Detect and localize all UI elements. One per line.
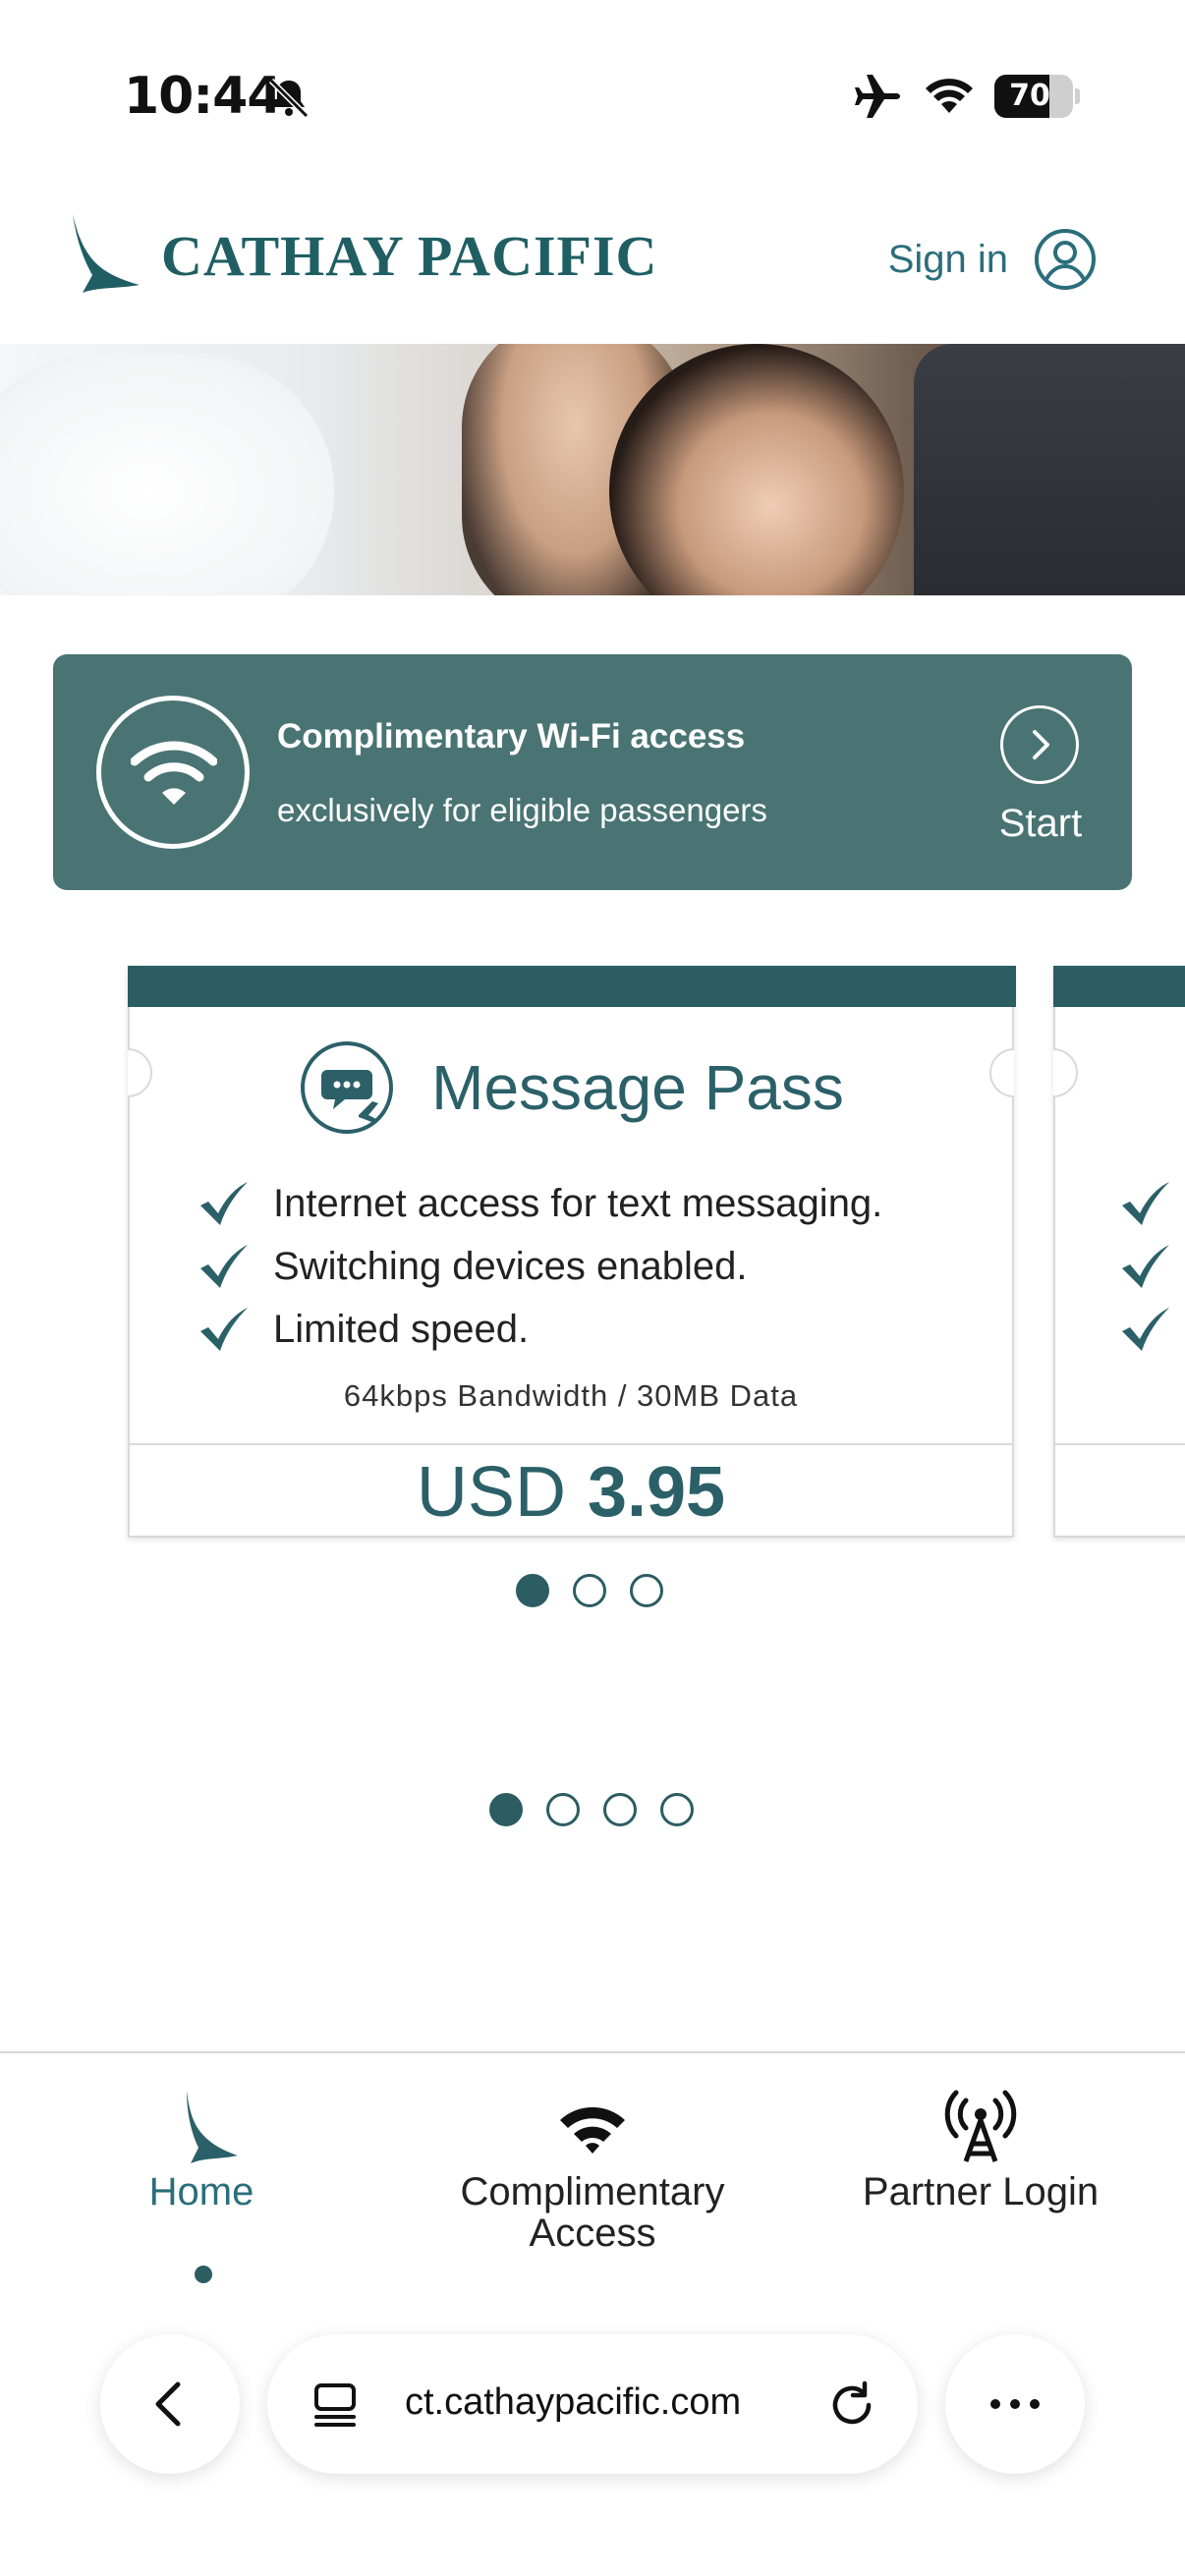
nav-partner-label: Partner Login	[862, 2170, 1100, 2213]
pagination-dot[interactable]	[489, 1793, 523, 1826]
url-text: ct.cathaypacific.com	[405, 2381, 742, 2423]
feature-item: Internet access for text messaging.	[197, 1172, 882, 1235]
reload-icon[interactable]	[825, 2378, 878, 2431]
price-row: USD 3.95	[130, 1443, 1012, 1540]
price-currency: USD	[416, 1453, 566, 1532]
feature-item: Switching devices enabled.	[197, 1235, 882, 1298]
pagination-dot[interactable]	[630, 1574, 663, 1607]
site-header: CATHAY PACIFIC Sign in	[0, 187, 1185, 344]
checkmark-icon	[1122, 1245, 1169, 1288]
message-bubble-icon	[301, 1041, 394, 1134]
pagination-dot[interactable]	[516, 1574, 549, 1607]
pass-pagination-dots	[516, 1574, 663, 1607]
nav-complimentary-label: Complimentary Access	[460, 2170, 725, 2255]
browser-toolbar: ct.cathaypacific.com	[0, 2299, 1185, 2576]
cathay-pacific-logo[interactable]: CATHAY PACIFIC	[67, 206, 657, 305]
brushwing-logo-icon	[73, 214, 140, 293]
feature-text: Internet access for text messaging.	[273, 1181, 883, 1225]
logo-text: CATHAY PACIFIC	[161, 223, 658, 288]
cathay-logo-icon	[187, 2091, 238, 2163]
user-icon	[1035, 229, 1096, 290]
feature-item: Limited speed.	[197, 1298, 882, 1361]
battery-indicator: 70	[994, 75, 1080, 118]
sign-in-label: Sign in	[887, 237, 1008, 281]
ellipsis-icon	[990, 2399, 1040, 2409]
price-value: 3.95	[587, 1453, 726, 1532]
pagination-dot[interactable]	[660, 1793, 694, 1826]
browser-more-button[interactable]	[945, 2334, 1085, 2474]
pass-title: Message Pass	[431, 1052, 844, 1123]
nav-complimentary-access[interactable]: Complimentary Access	[413, 2083, 772, 2254]
wifi-status-icon	[926, 79, 973, 113]
airplane-icon	[855, 75, 900, 118]
chevron-right-icon	[1033, 730, 1049, 759]
message-pass-card[interactable]: Message Pass Internet access for text me…	[128, 966, 1016, 1540]
pass-features: Internet access for text messaging. Swit…	[197, 1172, 882, 1361]
feature-text: Switching devices enabled.	[273, 1244, 748, 1288]
checkmark-icon	[1122, 1182, 1169, 1225]
feature-text: Limited speed.	[273, 1307, 530, 1351]
start-label[interactable]: Start	[987, 802, 1095, 846]
wifi-banner-subtitle: exclusively for eligible passengers	[277, 792, 767, 828]
banner-pagination-dots	[489, 1793, 694, 1826]
checkmark-icon	[200, 1308, 248, 1351]
wifi-badge	[96, 696, 250, 849]
status-bar: 10:44 70	[0, 0, 1185, 187]
bottom-navigation: Home Complimentary Access Partner Login	[0, 2051, 1185, 2297]
wifi-icon	[131, 741, 217, 805]
pagination-dot[interactable]	[573, 1574, 606, 1607]
wifi-banner-title: Complimentary Wi-Fi access	[277, 717, 746, 756]
status-time: 10:44	[124, 67, 283, 126]
chevron-left-icon	[155, 2381, 181, 2427]
checkmark-icon	[200, 1182, 248, 1225]
pagination-dot[interactable]	[603, 1793, 637, 1826]
tabs-icon	[314, 2383, 356, 2427]
pagination-dot[interactable]	[546, 1793, 580, 1826]
complimentary-wifi-banner[interactable]: Complimentary Wi-Fi access exclusively f…	[53, 654, 1132, 890]
address-bar[interactable]: ct.cathaypacific.com	[267, 2334, 918, 2474]
hero-image	[0, 344, 1185, 595]
active-tab-indicator	[195, 2266, 212, 2283]
checkmark-icon	[200, 1245, 248, 1288]
nav-home-label: Home	[148, 2170, 254, 2213]
bell-muted-icon	[268, 78, 310, 119]
sign-in-link[interactable]: Sign in	[888, 228, 1097, 291]
start-arrow-button[interactable]	[1000, 705, 1079, 784]
battery-text: 70	[1009, 79, 1050, 113]
next-pass-card-peek[interactable]	[1053, 966, 1185, 1538]
browser-back-button[interactable]	[100, 2334, 240, 2474]
wifi-icon	[560, 2106, 625, 2154]
pass-carousel[interactable]: Message Pass Internet access for text me…	[0, 963, 1185, 1651]
nav-home[interactable]: Home	[98, 2083, 305, 2212]
nav-partner-login[interactable]: Partner Login	[835, 2083, 1126, 2212]
antenna-icon	[944, 2090, 1017, 2162]
checkmark-icon	[1122, 1308, 1169, 1351]
bandwidth-info: 64kbps Bandwidth / 30MB Data	[343, 1378, 799, 1413]
